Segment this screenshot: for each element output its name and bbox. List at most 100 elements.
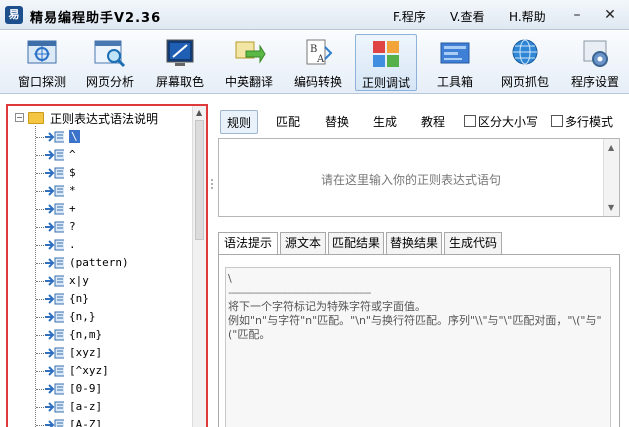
mode-tabs: 规则 匹配 替换 生成 教程 区分大小写 多行模式: [216, 110, 629, 134]
tool-label: 编码转换: [293, 75, 342, 89]
tool-regex-debug[interactable]: 正则调试: [355, 34, 417, 91]
app-title: 精易编程助手V2.36: [30, 11, 162, 26]
tool-web-analyze[interactable]: 网页分析: [80, 34, 140, 91]
tree-item[interactable]: {n,}: [8, 308, 193, 326]
tool-label: 窗口探测: [17, 75, 66, 89]
tool-settings[interactable]: 程序设置: [565, 34, 625, 91]
tree-item[interactable]: *: [8, 182, 193, 200]
app-logo-icon: 易: [5, 6, 23, 24]
scroll-up-icon[interactable]: ▲: [196, 108, 202, 117]
regex-node-icon: [45, 329, 64, 341]
menu-program[interactable]: F.程序: [393, 8, 426, 25]
multiline-checkbox[interactable]: [551, 115, 563, 127]
input-scrollbar[interactable]: ▲ ▼: [603, 139, 619, 216]
tool-window-probe[interactable]: 窗口探测: [12, 34, 72, 91]
web-analyze-icon: [94, 40, 126, 68]
case-sensitive-checkbox[interactable]: [464, 115, 476, 127]
hint-example: 例如"n"与字符"n"匹配。"\n"与换行符匹配。序列"\\"与"\"匹配对面，…: [228, 314, 602, 341]
tree-item[interactable]: (pattern): [8, 254, 193, 272]
scroll-thumb[interactable]: [195, 120, 204, 240]
tab-generate[interactable]: 生成: [366, 110, 404, 134]
toolbox-icon: [440, 42, 470, 64]
menu-view[interactable]: V.查看: [450, 8, 484, 25]
scroll-up-icon[interactable]: ▲: [608, 143, 614, 152]
tab-syntax-hint[interactable]: 语法提示: [218, 232, 278, 255]
tree-item-label: .: [69, 238, 76, 251]
tree-root-label[interactable]: 正则表达式语法说明: [50, 110, 158, 127]
regex-input[interactable]: 请在这里输入你的正则表达式语句 ▲ ▼: [218, 138, 620, 217]
tool-label: 正则调试: [361, 76, 410, 90]
case-sensitive-label[interactable]: 区分大小写: [478, 113, 538, 130]
menu-help[interactable]: H.帮助: [509, 8, 546, 25]
tool-packet-capture[interactable]: 网页抓包: [495, 34, 555, 91]
tree-item[interactable]: {n}: [8, 290, 193, 308]
regex-node-icon: [45, 419, 64, 427]
tree-item-label: ^: [69, 148, 76, 161]
tree-item[interactable]: {n,m}: [8, 326, 193, 344]
color-picker-icon: [166, 39, 194, 66]
tab-tutorial[interactable]: 教程: [414, 110, 452, 134]
tree-item[interactable]: [0-9]: [8, 380, 193, 398]
tree-item[interactable]: +: [8, 200, 193, 218]
regex-node-icon: [45, 185, 64, 197]
tree-item[interactable]: $: [8, 164, 193, 182]
regex-node-icon: [45, 239, 64, 251]
regex-node-icon: [45, 311, 64, 323]
tree-item[interactable]: x|y: [8, 272, 193, 290]
tree-item-label: {n,m}: [69, 328, 103, 341]
tree-item[interactable]: \: [8, 128, 193, 146]
tree-item[interactable]: ^: [8, 146, 193, 164]
tree-item-label: [^xyz]: [69, 364, 109, 377]
tool-label: 程序设置: [570, 75, 619, 89]
packet-capture-icon: [512, 39, 538, 65]
tool-color-picker[interactable]: 屏幕取色: [150, 34, 210, 91]
tool-encoding[interactable]: B A 编码转换: [288, 34, 348, 91]
tab-replace[interactable]: 替换: [318, 110, 356, 134]
tool-label: 屏幕取色: [155, 75, 204, 89]
tab-source-text[interactable]: 源文本: [280, 232, 326, 254]
regex-node-icon: [45, 149, 64, 161]
tool-label: 工具箱: [436, 75, 473, 89]
tree-item[interactable]: [xyz]: [8, 344, 193, 362]
tab-replace-result[interactable]: 替换结果: [386, 232, 442, 254]
regex-debug-icon: [373, 41, 399, 67]
tab-match[interactable]: 匹配: [269, 110, 307, 134]
tab-rule[interactable]: 规则: [220, 110, 258, 134]
regex-node-icon: [45, 275, 64, 287]
settings-icon: [583, 40, 608, 67]
regex-node-icon: [45, 365, 64, 377]
scroll-down-icon[interactable]: ▼: [608, 203, 614, 212]
tool-toolbox[interactable]: 工具箱: [425, 34, 485, 91]
panel-splitter[interactable]: [208, 104, 216, 427]
multiline-label[interactable]: 多行模式: [565, 113, 613, 130]
tool-translate[interactable]: 中英翻译: [219, 34, 279, 91]
result-tabs: 语法提示 源文本 匹配结果 替换结果 生成代码: [218, 232, 620, 255]
tab-generate-code[interactable]: 生成代码: [444, 232, 502, 254]
tree-item-label: (pattern): [69, 256, 129, 269]
tree-item-label: [0-9]: [69, 382, 103, 395]
tree-item[interactable]: [a-z]: [8, 398, 193, 416]
toolbar: 窗口探测 网页分析 屏幕取色 中英翻译 B A 编码转换 正则调试 工具箱 网页…: [0, 31, 629, 94]
svg-text:A: A: [316, 54, 325, 65]
tree-scrollbar[interactable]: ▲: [192, 106, 206, 427]
hint-symbol: \: [228, 272, 232, 285]
close-icon[interactable]: ✕: [601, 6, 619, 24]
folder-icon: [28, 112, 44, 124]
collapse-icon[interactable]: −: [15, 113, 24, 122]
minimize-icon[interactable]: –: [568, 6, 586, 24]
tab-match-result[interactable]: 匹配结果: [328, 232, 384, 254]
tree-item-label: \: [69, 130, 80, 143]
tree-item[interactable]: ?: [8, 218, 193, 236]
tree-item[interactable]: [^xyz]: [8, 362, 193, 380]
tool-label: 网页分析: [85, 75, 134, 89]
regex-node-icon: [45, 257, 64, 269]
tree-item-label: [a-z]: [69, 400, 103, 413]
syntax-hint-box[interactable]: \ --------------------------------------…: [225, 267, 611, 427]
tree-item[interactable]: [A-Z]: [8, 416, 193, 427]
title-bar: 易 精易编程助手V2.36 F.程序 V.查看 H.帮助 – ✕: [0, 0, 629, 30]
regex-node-icon: [45, 203, 64, 215]
tree-item-label: [A-Z]: [69, 418, 103, 427]
encoding-icon: B A: [306, 39, 333, 65]
syntax-tree-panel: − 正则表达式语法说明 \ ^ $ * +?. (pattern) x|y {n} {n,} {n…: [6, 104, 208, 427]
tree-item[interactable]: .: [8, 236, 193, 254]
